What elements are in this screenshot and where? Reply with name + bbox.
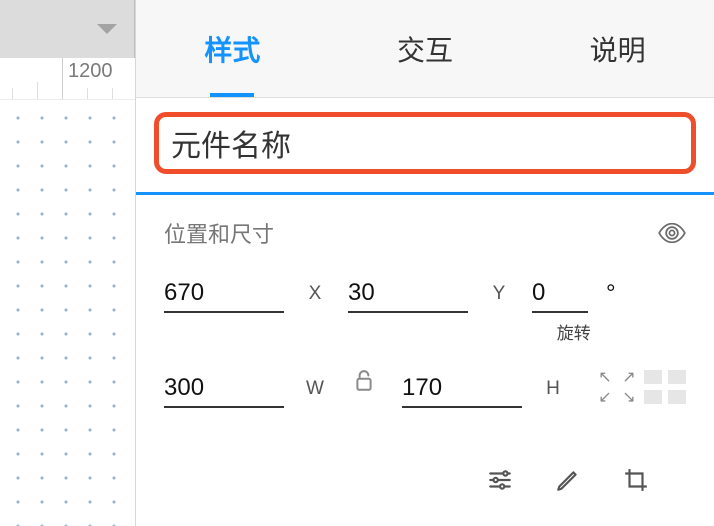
- canvas-area: 1200: [0, 0, 136, 526]
- component-name-input[interactable]: 元件名称: [171, 121, 291, 165]
- tab-interaction[interactable]: 交互: [329, 0, 522, 97]
- w-label: W: [304, 378, 326, 400]
- section-title: 位置和尺寸: [164, 217, 274, 249]
- position-size-section: 位置和尺寸 X Y °: [136, 195, 714, 526]
- width-input[interactable]: [164, 370, 284, 408]
- pencil-icon[interactable]: [552, 464, 584, 496]
- degree-icon: °: [606, 280, 616, 308]
- rotation-input[interactable]: [532, 275, 588, 313]
- tab-description-label: 说明: [590, 29, 646, 69]
- sliders-icon[interactable]: [484, 464, 516, 496]
- canvas-toolbar: [0, 0, 135, 58]
- visibility-icon[interactable]: [658, 223, 686, 243]
- tab-description[interactable]: 说明: [521, 0, 714, 97]
- y-input[interactable]: [348, 275, 468, 313]
- h-label: H: [542, 378, 564, 400]
- tab-interaction-label: 交互: [397, 29, 453, 69]
- lock-aspect-icon[interactable]: [354, 370, 374, 392]
- ruler-label: 1200: [68, 60, 113, 83]
- expand-anchor-icon[interactable]: ↖↗ ↙↘: [596, 370, 686, 404]
- x-input[interactable]: [164, 275, 284, 313]
- crop-icon[interactable]: [620, 464, 652, 496]
- tabs: 样式 交互 说明: [136, 0, 714, 98]
- y-label: Y: [488, 283, 510, 305]
- component-name-highlight: 元件名称: [154, 112, 696, 174]
- design-canvas[interactable]: [0, 100, 135, 526]
- x-label: X: [304, 283, 326, 305]
- ruler: 1200: [0, 58, 135, 100]
- height-input[interactable]: [402, 370, 522, 408]
- tab-style-label: 样式: [204, 29, 260, 69]
- tab-style[interactable]: 样式: [136, 0, 329, 97]
- rotation-label: 旋转: [557, 319, 591, 344]
- canvas-dropdown-icon[interactable]: [97, 24, 117, 34]
- properties-panel: 样式 交互 说明 元件名称 位置和尺寸: [136, 0, 714, 526]
